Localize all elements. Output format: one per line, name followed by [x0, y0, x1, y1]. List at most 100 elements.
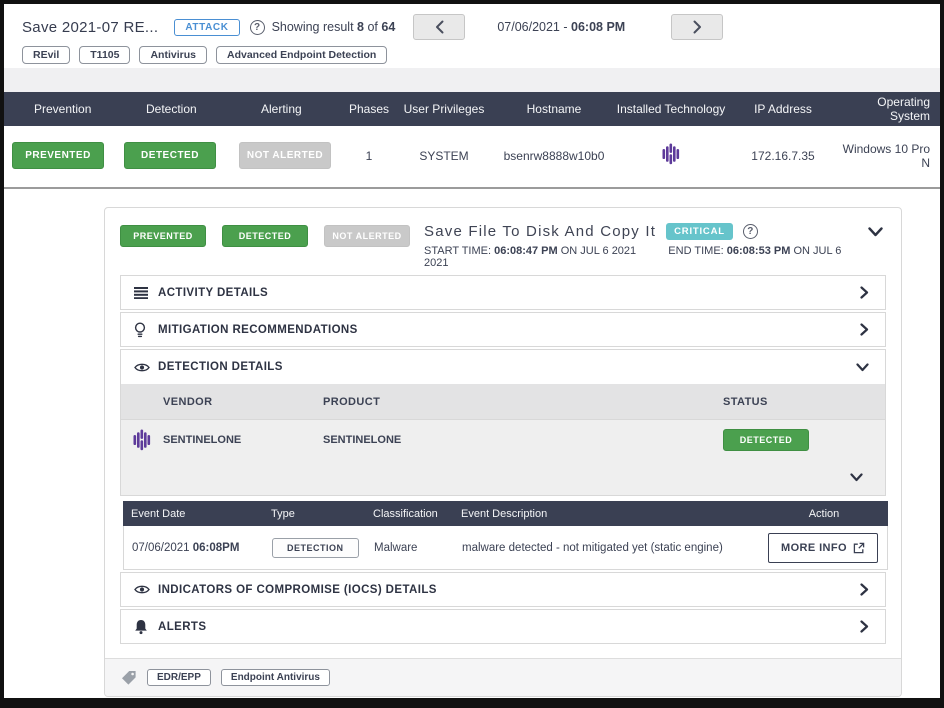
card-detected-badge: DETECTED: [222, 225, 308, 247]
tag-t1105[interactable]: T1105: [79, 46, 131, 64]
chevron-left-icon: [435, 20, 444, 34]
spacer-band: [4, 68, 940, 92]
event-time-text: 06:08PM: [192, 541, 240, 554]
showing-result-text: Showing result 8 of 64: [272, 20, 396, 34]
hostname-value: bsenrw8888w10b0: [503, 148, 605, 163]
more-info-button[interactable]: MORE INFO: [768, 532, 878, 563]
col-alerting: Alerting: [261, 102, 302, 116]
card-title-block: Save File To Disk And Copy It CRITICAL ?…: [424, 223, 860, 269]
chevron-right-icon: [860, 583, 869, 596]
section-label: INDICATORS OF COMPROMISE (IOCS) DETAILS: [158, 583, 437, 596]
bell-icon: [134, 619, 158, 635]
tag-advanced-endpoint-detection[interactable]: Advanced Endpoint Detection: [215, 46, 388, 64]
previous-result-button[interactable]: [413, 14, 466, 40]
section-label: MITIGATION RECOMMENDATIONS: [158, 323, 358, 336]
product-name: SENTINELONE: [323, 434, 402, 446]
col-detection: Detection: [146, 102, 197, 116]
operating-system-value: Windows 10 Pro N: [842, 141, 930, 170]
start-time-value: 06:08:47 PM: [494, 245, 558, 257]
user-privileges-value: SYSTEM: [419, 148, 469, 163]
section-mitigation-recommendations[interactable]: MITIGATION RECOMMENDATIONS: [120, 312, 886, 347]
event-table-header: Event Date Type Classification Event Des…: [123, 501, 888, 526]
col-type: Type: [271, 507, 295, 520]
end-time-value: 06:08:53 PM: [726, 245, 791, 257]
section-label: DETECTION DETAILS: [158, 361, 283, 373]
scenario-times: START TIME: 06:08:47 PM ON JUL 6 2021 EN…: [424, 245, 860, 269]
detection-type-button[interactable]: DETECTION: [272, 537, 359, 558]
col-phases: Phases: [348, 102, 390, 116]
vendor-detected-badge: DETECTED: [723, 429, 809, 451]
section-iocs-details[interactable]: INDICATORS OF COMPROMISE (IOCS) DETAILS: [120, 572, 886, 607]
footer-tag-endpoint-antivirus[interactable]: Endpoint Antivirus: [220, 669, 330, 686]
section-activity-details[interactable]: ACTIVITY DETAILS: [120, 275, 886, 310]
tag-icon: [121, 670, 137, 686]
detection-details-body: VENDOR PRODUCT STATUS SENTINELONE SENTIN…: [120, 384, 886, 496]
event-date-text: 07/06/2021: [132, 541, 190, 554]
phases-value: 1: [365, 148, 373, 163]
card-prevented-badge: PREVENTED: [120, 225, 206, 247]
chevron-down-icon: [856, 362, 869, 372]
scenario-detail-card: PREVENTED DETECTED NOT ALERTED Save File…: [104, 207, 902, 697]
result-of: of: [367, 20, 378, 34]
event-description-value: malware detected - not mitigated yet (st…: [462, 541, 723, 554]
list-icon: [134, 286, 158, 299]
card-status-badges: PREVENTED DETECTED NOT ALERTED: [120, 225, 410, 247]
event-date-value: 07/06/2021 06:08PM: [132, 542, 272, 554]
scenario-title: Save File To Disk And Copy It: [424, 223, 657, 240]
result-table-row[interactable]: PREVENTED DETECTED NOT ALERTED 1 SYSTEM …: [4, 126, 940, 185]
eye-icon: [134, 584, 158, 595]
section-detection-details[interactable]: DETECTION DETAILS: [120, 349, 886, 384]
event-table-row: 07/06/2021 06:08PM DETECTION Malware mal…: [123, 526, 888, 570]
scenario-help-icon[interactable]: ?: [742, 224, 758, 239]
col-prevention: Prevention: [34, 102, 92, 116]
detail-accordion: ACTIVITY DETAILS MITIGATION RECOMMENDATI…: [120, 275, 888, 644]
sentinelone-icon: [133, 429, 163, 451]
end-time-label: END TIME:: [668, 245, 724, 257]
lightbulb-icon: [134, 321, 158, 338]
scenario-tags: REvil T1105 Antivirus Advanced Endpoint …: [22, 46, 940, 64]
prevented-status-badge: PREVENTED: [12, 142, 104, 169]
ip-address-value: 172.16.7.35: [751, 148, 815, 163]
eye-icon: [134, 362, 158, 373]
section-label: ALERTS: [158, 620, 207, 633]
result-date-text: 07/06/2021 -: [497, 20, 568, 34]
col-vendor: VENDOR: [163, 395, 213, 408]
result-datetime: 07/06/2021 - 06:08 PM: [497, 20, 625, 34]
severity-badge: CRITICAL: [666, 223, 733, 240]
col-ip-address: IP Address: [754, 102, 812, 116]
chevron-right-icon: [860, 620, 869, 633]
result-total: 64: [381, 20, 396, 34]
section-alerts[interactable]: ALERTS: [120, 609, 886, 644]
next-result-button[interactable]: [671, 14, 724, 40]
start-time-suffix: ON JUL 6 2021: [560, 245, 637, 257]
footer-tag-edr-epp[interactable]: EDR/EPP: [147, 669, 211, 686]
col-product: PRODUCT: [323, 395, 381, 408]
result-time-text: 06:08 PM: [571, 20, 626, 34]
tag-antivirus[interactable]: Antivirus: [139, 46, 207, 64]
attack-badge: ATTACK: [174, 18, 240, 36]
not-alerted-status-badge: NOT ALERTED: [239, 142, 331, 169]
col-action: Action: [808, 507, 840, 520]
vendor-table-row[interactable]: SENTINELONE SENTINELONE DETECTED: [120, 420, 886, 460]
chevron-right-icon: [860, 286, 869, 299]
vendor-collapse-row[interactable]: [120, 460, 886, 496]
page-title: Save 2021-07 RE...: [22, 18, 159, 36]
section-label: ACTIVITY DETAILS: [158, 286, 269, 299]
col-status: STATUS: [723, 395, 768, 408]
col-hostname: Hostname: [526, 102, 582, 116]
card-footer: EDR/EPP Endpoint Antivirus: [105, 658, 901, 696]
external-link-icon: [853, 542, 865, 554]
start-time-label: START TIME:: [424, 245, 492, 257]
result-current: 8: [357, 20, 364, 34]
classification-value: Malware: [374, 541, 418, 554]
top-header: Save 2021-07 RE... ATTACK ? Showing resu…: [4, 4, 940, 68]
help-icon[interactable]: ?: [249, 19, 265, 35]
collapse-card-chevron-icon[interactable]: [868, 227, 883, 237]
card-header: PREVENTED DETECTED NOT ALERTED Save File…: [105, 208, 901, 275]
tag-revil[interactable]: REvil: [22, 46, 71, 64]
showing-prefix: Showing result: [271, 20, 354, 34]
col-installed-technology: Installed Technology: [616, 102, 726, 116]
col-user-privileges: User Privileges: [403, 102, 485, 116]
sentinelone-icon: [662, 143, 680, 165]
result-table-header: Prevention Detection Alerting Phases Use…: [4, 92, 940, 126]
